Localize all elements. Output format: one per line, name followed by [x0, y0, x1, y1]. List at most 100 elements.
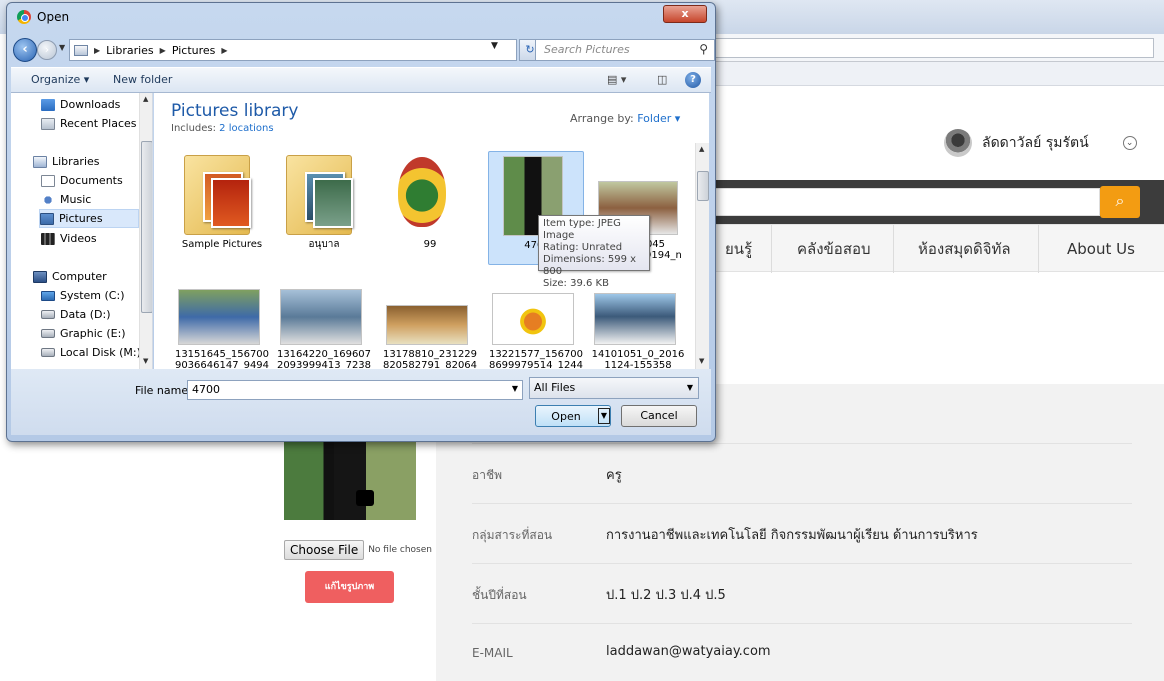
- file-item-label: 14101051_0_2016 1124-155358: [591, 349, 685, 369]
- organize-button[interactable]: Organize ▾: [31, 73, 89, 86]
- arrange-by-dropdown[interactable]: Folder ▾: [637, 112, 680, 125]
- grade-levels-label: ชั้นปีที่สอน: [472, 588, 527, 602]
- avatar: [944, 129, 972, 157]
- nav-pane-documents[interactable]: Documents: [41, 171, 123, 190]
- choose-file-button[interactable]: Choose File: [284, 540, 365, 560]
- file-item-label: 13164220_169607 2093999413_7238: [276, 349, 372, 369]
- group-photo-image: [594, 293, 676, 345]
- nav-pane-label: Documents: [60, 174, 123, 187]
- nav-pane-downloads[interactable]: Downloads: [41, 95, 120, 114]
- file-type-select[interactable]: All Files ▼: [529, 377, 699, 399]
- subject-group-value: การงานอาชีพและเทคโนโลยี กิจกรรมพัฒนาผู้เ…: [606, 528, 978, 543]
- address-dropdown-icon[interactable]: ▼: [491, 41, 498, 51]
- breadcrumb-arrow-icon[interactable]: ▶: [160, 46, 166, 55]
- nav-pane-recent-places[interactable]: Recent Places: [41, 114, 137, 133]
- cancel-button[interactable]: Cancel: [621, 405, 697, 427]
- nav-pane-music[interactable]: Music: [41, 190, 91, 209]
- documents-icon: [41, 174, 55, 187]
- nav-divider: [771, 225, 772, 273]
- scrollbar-thumb[interactable]: [697, 171, 709, 201]
- subject-group-label: กลุ่มสาระที่สอน: [472, 528, 553, 542]
- file-name-input[interactable]: 4700 ▼: [187, 380, 523, 400]
- change-photo-button[interactable]: แก้ไขรูปภาพ: [305, 571, 394, 603]
- site-search-input[interactable]: [715, 188, 1100, 216]
- info-row: ชั้นปีที่สอน ป.1 ป.2 ป.3 ป.4 ป.5: [472, 564, 1132, 624]
- scroll-up-icon[interactable]: ▲: [699, 145, 704, 153]
- file-list-scrollbar[interactable]: ▲ ▼: [695, 143, 709, 369]
- open-options-dropdown-icon[interactable]: ▼: [598, 408, 610, 424]
- library-icon: [74, 44, 88, 56]
- breadcrumb-libraries[interactable]: Libraries: [106, 44, 154, 57]
- nav-pane-local-disk-m[interactable]: Local Disk (M:): [41, 343, 141, 362]
- user-area[interactable]: ลัดดาวัลย์ รุมรัตน์ ⌄: [944, 128, 1137, 158]
- nav-pane-label: Music: [60, 193, 92, 206]
- help-icon[interactable]: ?: [685, 72, 701, 88]
- nav-divider: [1038, 225, 1039, 273]
- email-label: E-MAIL: [472, 646, 513, 660]
- address-bar[interactable]: ▶ Libraries ▶ Pictures ▶: [69, 39, 517, 61]
- nav-pane-computer[interactable]: Computer: [33, 267, 107, 286]
- file-item-kindergarten[interactable]: อนุบาล: [276, 151, 372, 265]
- organize-label: Organize: [31, 73, 81, 86]
- nav-pane-system-c[interactable]: System (C:): [41, 286, 125, 305]
- group-photo-image: [178, 289, 260, 345]
- site-navbar: ยนรู้ คลังข้อสอบ ห้องสมุดดิจิทัล About U…: [715, 224, 1164, 273]
- close-button[interactable]: x: [663, 5, 707, 23]
- nav-pane-graphic-e[interactable]: Graphic (E:): [41, 324, 126, 343]
- drive-icon: [41, 348, 55, 357]
- nav-pane-libraries[interactable]: Libraries: [33, 152, 100, 171]
- view-options-icon[interactable]: ▤ ▾: [607, 73, 626, 86]
- dialog-footer: File name: 4700 ▼ All Files ▼ Open ▼ Can…: [11, 369, 711, 435]
- breadcrumb-arrow-icon[interactable]: ▶: [221, 46, 227, 55]
- back-icon[interactable]: ‹: [13, 38, 37, 62]
- nav-pane-videos[interactable]: Videos: [41, 229, 97, 248]
- profile-photo: [284, 440, 416, 520]
- file-item-13151645[interactable]: 13151645_156700 9036646147_9494: [174, 283, 270, 369]
- preview-pane-icon[interactable]: ◫: [657, 73, 667, 86]
- computer-icon: [33, 270, 47, 283]
- folder-icon: [286, 155, 353, 235]
- breadcrumb-arrow-icon[interactable]: ▶: [94, 46, 100, 55]
- new-folder-button[interactable]: New folder: [113, 73, 172, 86]
- nav-pane-pictures[interactable]: Pictures: [39, 209, 139, 228]
- history-dropdown-icon[interactable]: ▼: [59, 43, 65, 52]
- libraries-icon: [33, 155, 47, 168]
- open-label: Open: [551, 410, 581, 423]
- file-item-99[interactable]: 99: [382, 151, 478, 265]
- group-photo-image: [386, 305, 468, 345]
- file-item-label: Sample Pictures: [181, 239, 263, 250]
- scrollbar-thumb[interactable]: [141, 141, 152, 313]
- scroll-up-icon[interactable]: ▲: [143, 95, 148, 103]
- videos-icon: [41, 232, 55, 245]
- search-icon[interactable]: ⚲: [699, 42, 708, 56]
- open-button[interactable]: Open ▼: [535, 405, 611, 427]
- url-input[interactable]: [708, 38, 1154, 58]
- file-item-sample-pictures[interactable]: Sample Pictures: [174, 151, 270, 265]
- file-item-13164220[interactable]: 13164220_169607 2093999413_7238: [276, 283, 372, 369]
- nav-pane-label: Recent Places: [60, 117, 137, 130]
- nav-pane-data-d[interactable]: Data (D:): [41, 305, 111, 324]
- chevron-down-icon[interactable]: ▼: [512, 384, 518, 393]
- occupation-label: อาชีพ: [472, 468, 502, 482]
- file-item-13178810[interactable]: 13178810_231229 820582791_82064: [382, 283, 478, 369]
- search-icon[interactable]: ⌕: [1100, 186, 1140, 218]
- chevron-down-icon[interactable]: ⌄: [1122, 136, 1137, 150]
- breadcrumb-pictures[interactable]: Pictures: [172, 44, 216, 57]
- includes-link[interactable]: 2 locations: [219, 123, 273, 134]
- scroll-down-icon[interactable]: ▼: [143, 357, 148, 365]
- file-info-tooltip: Item type: JPEG Image Rating: Unrated Di…: [538, 215, 650, 289]
- scroll-down-icon[interactable]: ▼: [699, 357, 704, 365]
- nav-pane-scrollbar[interactable]: ▲ ▼: [139, 93, 152, 369]
- occupation-value: ครู: [606, 468, 622, 483]
- bookmarks-bar: [700, 62, 1164, 86]
- browser-url-bar: [700, 34, 1164, 62]
- nav-item-digital-library[interactable]: ห้องสมุดดิจิทัล: [918, 225, 1011, 273]
- nav-item-exam-bank[interactable]: คลังข้อสอบ: [797, 225, 871, 273]
- forward-icon[interactable]: ›: [37, 40, 57, 60]
- file-item-13221577[interactable]: 13221577_156700 8699979514_1244: [488, 283, 584, 369]
- nav-pane-label: Computer: [52, 270, 107, 283]
- nav-item-learning[interactable]: ยนรู้: [725, 225, 752, 273]
- nav-item-about-us[interactable]: About Us: [1067, 225, 1135, 273]
- file-item-14101051[interactable]: 14101051_0_2016 1124-155358: [590, 283, 686, 369]
- search-pictures-input[interactable]: Search Pictures ⚲: [535, 39, 715, 61]
